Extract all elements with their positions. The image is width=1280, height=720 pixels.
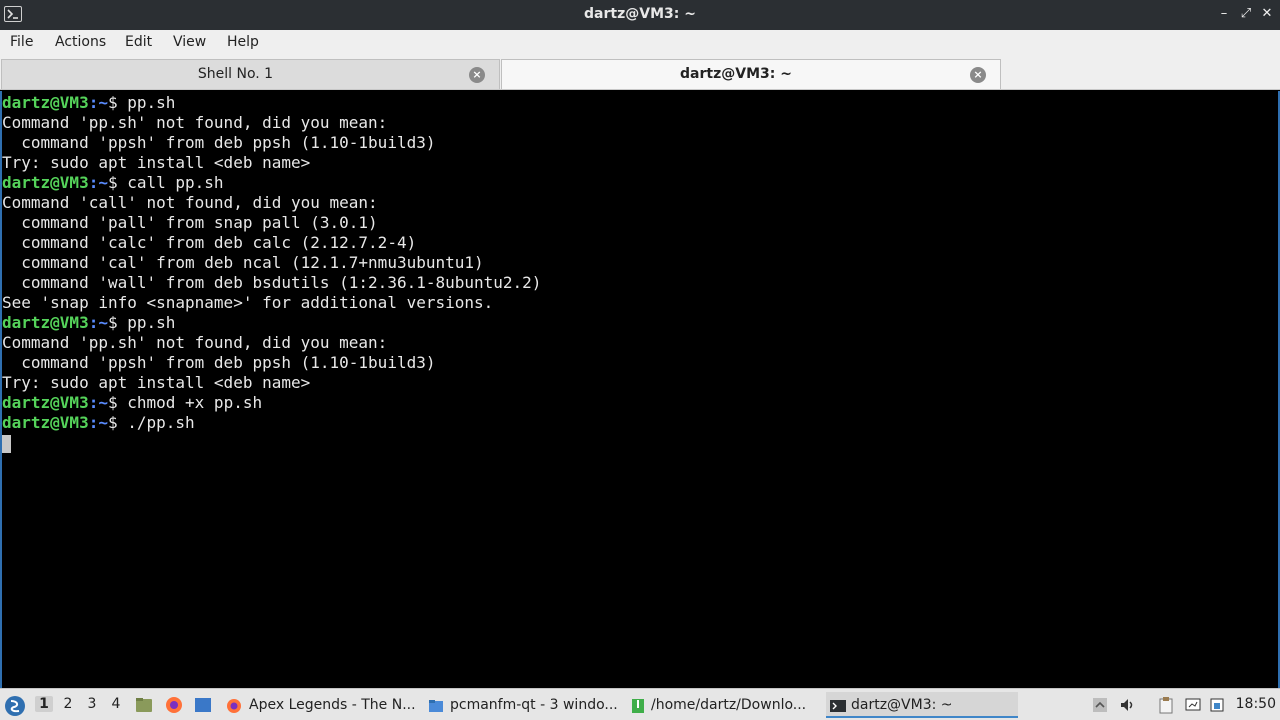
output-line: Command 'pp.sh' not found, did you mean:	[2, 333, 388, 352]
window-title: dartz@VM3: ~	[584, 6, 696, 22]
network-icon[interactable]	[1208, 696, 1226, 714]
command-text: pp.sh	[127, 313, 176, 332]
task-archive[interactable]: /home/dartz/Downlo...	[626, 692, 822, 718]
tab-bar: Shell No. 1 × dartz@VM3: ~ ×	[0, 57, 1280, 90]
prompt-path: :~	[88, 393, 108, 412]
command-text: call pp.sh	[127, 173, 224, 192]
output-line: command 'pall' from snap pall (3.0.1)	[2, 213, 378, 232]
task-pcmanfm[interactable]: pcmanfm-qt - 3 windo...	[424, 692, 620, 718]
volume-icon[interactable]	[1119, 696, 1137, 714]
tab-shell-no-1[interactable]: Shell No. 1 ×	[1, 59, 500, 89]
start-menu-icon[interactable]	[4, 695, 26, 717]
terminal-view[interactable]: dartz@VM3:~$ pp.sh Command 'pp.sh' not fo…	[0, 91, 1280, 688]
prompt-symbol: $	[107, 93, 128, 112]
prompt-line: dartz@VM3:~$ call pp.sh	[2, 173, 541, 193]
text-cursor	[2, 434, 11, 453]
archive-icon	[630, 697, 646, 713]
menu-file[interactable]: File	[10, 34, 33, 50]
output-line: command 'ppsh' from deb ppsh (1.10-1buil…	[2, 353, 436, 372]
menu-actions[interactable]: Actions	[55, 34, 106, 50]
menu-bar: File Actions Edit View Help	[0, 30, 1280, 57]
desktop-launcher-icon[interactable]	[194, 696, 212, 714]
workspace-4[interactable]: 4	[107, 696, 125, 712]
prompt-user: dartz@VM3	[2, 413, 89, 432]
output-line: command 'calc' from deb calc (2.12.7.2-4…	[2, 233, 417, 252]
workspace-3[interactable]: 3	[83, 696, 101, 712]
prompt-symbol: $	[107, 413, 128, 432]
terminal-output: dartz@VM3:~$ pp.sh Command 'pp.sh' not fo…	[2, 93, 541, 453]
command-text: ./pp.sh	[127, 413, 195, 432]
prompt-path: :~	[88, 93, 108, 112]
prompt-line: dartz@VM3:~$ pp.sh	[2, 313, 541, 333]
command-text: pp.sh	[127, 93, 176, 112]
output-line: command 'cal' from deb ncal (12.1.7+nmu3…	[2, 253, 484, 272]
tray-expand-icon[interactable]	[1091, 696, 1109, 714]
prompt-path: :~	[88, 313, 108, 332]
prompt-path: :~	[88, 413, 108, 432]
minimize-button[interactable]: –	[1216, 6, 1232, 22]
workspace-2[interactable]: 2	[59, 696, 77, 712]
prompt-symbol: $	[107, 313, 128, 332]
task-label: Apex Legends - The N...	[249, 697, 416, 713]
prompt-user: dartz@VM3	[2, 93, 89, 112]
tab-dartz-vm3[interactable]: dartz@VM3: ~ ×	[501, 59, 1001, 89]
close-button[interactable]: ✕	[1259, 6, 1275, 22]
prompt-path: :~	[88, 173, 108, 192]
cursor-line	[2, 433, 541, 453]
clipboard-icon[interactable]	[1157, 696, 1175, 714]
taskbar: 1 2 3 4 Apex Legends - The N... pcmanfm-…	[0, 688, 1280, 720]
output-line: command 'ppsh' from deb ppsh (1.10-1buil…	[2, 133, 436, 152]
task-label: /home/dartz/Downlo...	[651, 697, 807, 713]
firefox-launcher-icon[interactable]	[165, 696, 183, 714]
output-line: Command 'pp.sh' not found, did you mean:	[2, 113, 388, 132]
clock: 18:50	[1235, 696, 1276, 712]
menu-view[interactable]: View	[173, 34, 206, 50]
prompt-user: dartz@VM3	[2, 173, 89, 192]
command-text: chmod +x pp.sh	[127, 393, 263, 412]
output-line: Try: sudo apt install <deb name>	[2, 153, 311, 172]
prompt-symbol: $	[107, 173, 128, 192]
prompt-symbol: $	[107, 393, 128, 412]
screen-icon[interactable]	[1184, 696, 1202, 714]
menu-edit[interactable]: Edit	[125, 34, 152, 50]
output-line: Try: sudo apt install <deb name>	[2, 373, 311, 392]
task-terminal[interactable]: dartz@VM3: ~	[826, 692, 1018, 718]
terminal-icon	[830, 697, 846, 713]
output-line: See 'snap info <snapname>' for additiona…	[2, 293, 494, 312]
prompt-user: dartz@VM3	[2, 313, 89, 332]
prompt-line: dartz@VM3:~$ ./pp.sh	[2, 413, 541, 433]
tab-label: dartz@VM3: ~	[680, 66, 792, 82]
task-label: dartz@VM3: ~	[851, 697, 953, 713]
task-label: pcmanfm-qt - 3 windo...	[450, 697, 618, 713]
close-tab-icon[interactable]: ×	[469, 67, 485, 83]
task-firefox[interactable]: Apex Legends - The N...	[222, 692, 418, 718]
close-tab-icon[interactable]: ×	[970, 67, 986, 83]
menu-help[interactable]: Help	[227, 34, 259, 50]
window-titlebar: dartz@VM3: ~ – ⤢ ✕	[0, 0, 1280, 30]
prompt-line: dartz@VM3:~$ chmod +x pp.sh	[2, 393, 541, 413]
maximize-button[interactable]: ⤢	[1238, 6, 1254, 22]
prompt-user: dartz@VM3	[2, 393, 89, 412]
firefox-icon	[226, 697, 242, 713]
file-manager-launcher-icon[interactable]	[135, 696, 153, 714]
tab-label: Shell No. 1	[197, 66, 274, 82]
output-line: Command 'call' not found, did you mean:	[2, 193, 378, 212]
workspace-1[interactable]: 1	[35, 696, 53, 712]
folder-icon	[428, 697, 444, 713]
output-line: command 'wall' from deb bsdutils (1:2.36…	[2, 273, 542, 292]
prompt-line: dartz@VM3:~$ pp.sh	[2, 93, 541, 113]
